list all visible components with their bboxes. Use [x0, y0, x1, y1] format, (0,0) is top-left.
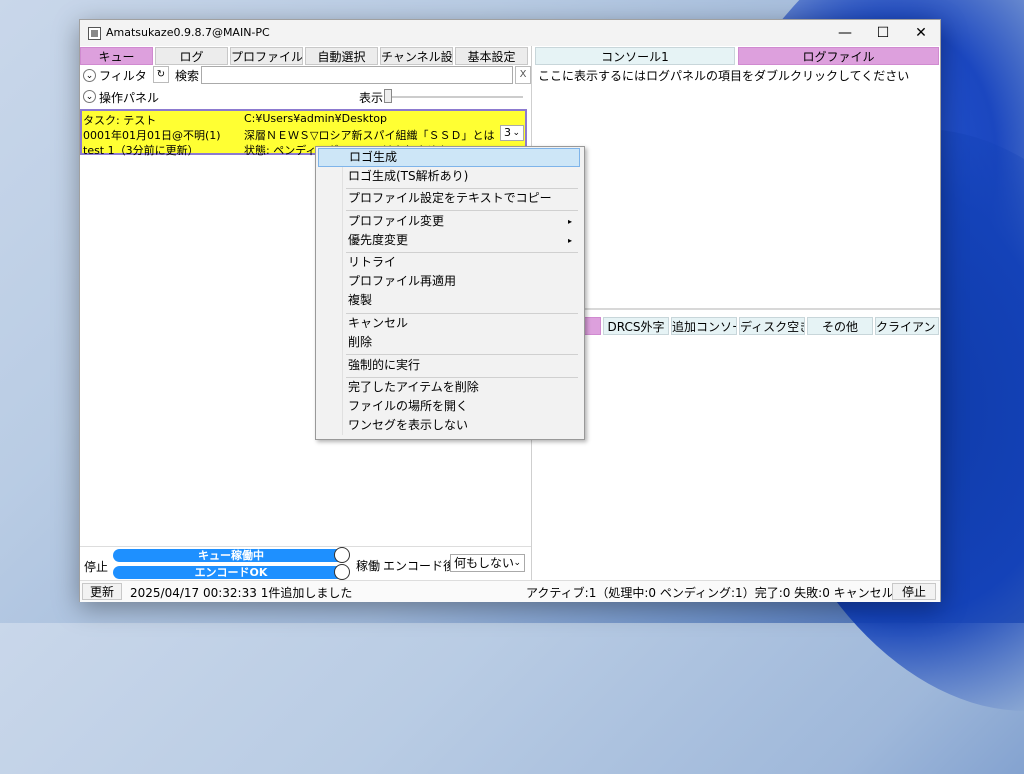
tab-additional-console[interactable]: 追加コンソー: [671, 317, 737, 335]
queue-toggle-knob[interactable]: [334, 547, 350, 563]
filter-expand-icon[interactable]: ⌄: [83, 69, 96, 82]
task-path: C:¥Users¥admin¥Desktop: [244, 112, 388, 125]
close-button[interactable]: ✕: [902, 20, 940, 46]
tab-client[interactable]: クライアント: [875, 317, 939, 335]
priority-value: 3: [504, 126, 511, 139]
menu-separator: [346, 210, 578, 211]
status-summary: アクティブ:1（処理中:0 ペンディング:1）完了:0 失敗:0 キャンセル:0: [526, 586, 906, 600]
encode-toggle-knob[interactable]: [334, 564, 350, 580]
display-slider-thumb[interactable]: [384, 89, 392, 103]
menu-item-change-priority[interactable]: 優先度変更 ▸: [318, 231, 580, 250]
task-program: 深層ＮＥＷＳ▽ロシア新スパイ組織「ＳＳＤ」とは: [244, 129, 495, 142]
clear-search-button[interactable]: X: [515, 66, 531, 84]
menu-separator: [346, 354, 578, 355]
divider: [80, 546, 531, 547]
stop-label: 停止: [84, 560, 109, 574]
task-name: タスク: テスト: [83, 114, 157, 127]
menu-item-logo-generate-ts[interactable]: ロゴ生成(TS解析あり): [318, 167, 580, 186]
display-label: 表示: [359, 91, 384, 105]
tab-disk-space[interactable]: ディスク空き: [739, 317, 805, 335]
submenu-arrow-icon: ▸: [567, 217, 572, 226]
menu-item-duplicate[interactable]: 複製: [318, 291, 580, 310]
minimize-button[interactable]: —: [826, 20, 864, 46]
encode-status-pill[interactable]: エンコードOK: [113, 566, 349, 579]
submenu-arrow-icon: ▸: [567, 236, 572, 245]
tab-console1[interactable]: コンソール1: [535, 47, 735, 65]
after-encode-select[interactable]: 何もしない ⌄: [450, 554, 525, 572]
tab-auto-select[interactable]: 自動選択: [305, 47, 378, 65]
window-title: Amatsukaze0.9.8.7@MAIN-PC: [106, 26, 270, 39]
op-panel-label: 操作パネル: [99, 91, 160, 105]
tab-log[interactable]: ログ: [155, 47, 228, 65]
chevron-down-icon: ⌄: [513, 558, 521, 568]
menu-item-open-file-location[interactable]: ファイルの場所を開く: [318, 397, 580, 416]
update-button[interactable]: 更新: [82, 583, 122, 600]
menu-item-copy-profile[interactable]: プロファイル設定をテキストでコピー: [318, 189, 580, 208]
pane-splitter[interactable]: [532, 308, 940, 310]
queue-status-pill[interactable]: キュー稼働中: [113, 549, 349, 562]
tab-log-file[interactable]: ログファイル: [738, 47, 939, 65]
search-label: 検索: [175, 69, 200, 83]
tab-channel-settings[interactable]: チャンネル設: [380, 47, 453, 65]
menu-item-change-profile[interactable]: プロファイル変更 ▸: [318, 212, 580, 231]
after-encode-label: エンコード後: [383, 559, 456, 573]
tab-other[interactable]: その他: [807, 317, 873, 335]
chevron-down-icon: ⌄: [512, 128, 520, 138]
menu-item-label: プロファイル変更: [348, 214, 445, 228]
running-label: 稼働: [356, 559, 381, 573]
after-encode-value: 何もしない: [454, 556, 515, 570]
menu-item-force-run[interactable]: 強制的に実行: [318, 356, 580, 375]
tab-drcs[interactable]: DRCS外字: [603, 317, 669, 335]
menu-item-hide-oneseg[interactable]: ワンセグを表示しない: [318, 416, 580, 435]
priority-select[interactable]: 3 ⌄: [500, 125, 524, 141]
display-slider-track[interactable]: [385, 96, 523, 98]
menu-item-logo-generate[interactable]: ロゴ生成: [318, 148, 580, 167]
filter-label: フィルタ: [99, 69, 147, 83]
refresh-icon[interactable]: ↻: [153, 66, 169, 83]
menu-item-cancel[interactable]: キャンセル: [318, 314, 580, 333]
stop-button[interactable]: 停止: [892, 583, 936, 600]
log-panel-hint: ここに表示するにはログパネルの項目をダブルクリックしてください: [538, 69, 910, 83]
op-panel-expand-icon[interactable]: ⌄: [83, 90, 96, 103]
status-message: 2025/04/17 00:32:33 1件追加しました: [130, 586, 353, 600]
tab-queue[interactable]: キュー: [80, 47, 153, 65]
menu-item-reapply-profile[interactable]: プロファイル再適用: [318, 272, 580, 291]
tab-basic-settings[interactable]: 基本設定: [455, 47, 528, 65]
menu-item-delete[interactable]: 削除: [318, 333, 580, 352]
title-bar: Amatsukaze0.9.8.7@MAIN-PC — ☐ ✕: [80, 20, 940, 46]
context-menu: ロゴ生成 ロゴ生成(TS解析あり) プロファイル設定をテキストでコピー プロファ…: [315, 146, 585, 440]
menu-item-retry[interactable]: リトライ: [318, 253, 580, 272]
tab-profile[interactable]: プロファイル: [230, 47, 303, 65]
task-test: test 1（3分前に更新）: [83, 144, 199, 157]
task-date: 0001年01月01日@不明(1): [83, 129, 221, 142]
app-icon: [88, 27, 101, 40]
search-input[interactable]: [201, 66, 513, 84]
status-bar: 更新 2025/04/17 00:32:33 1件追加しました アクティブ:1（…: [80, 580, 940, 602]
menu-item-remove-completed[interactable]: 完了したアイテムを削除: [318, 378, 580, 397]
menu-item-label: 優先度変更: [348, 233, 409, 247]
maximize-button[interactable]: ☐: [864, 20, 902, 46]
